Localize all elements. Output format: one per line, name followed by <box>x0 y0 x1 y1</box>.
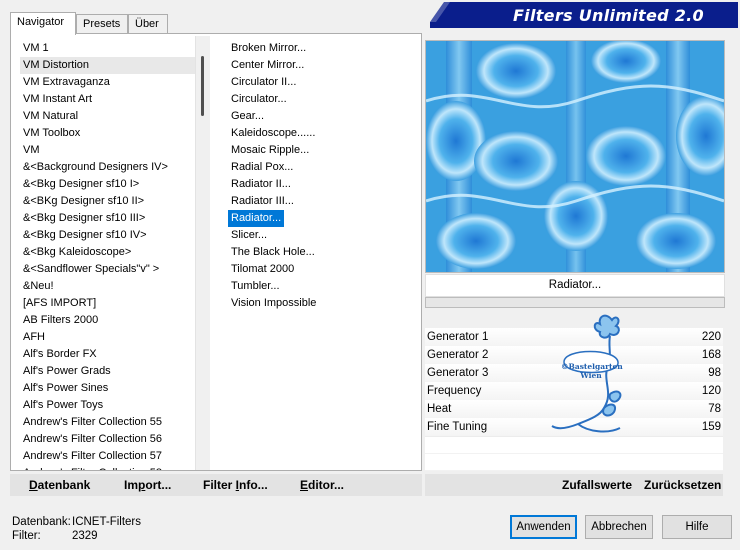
datenbank-button[interactable]: Datenbank <box>29 474 90 496</box>
banner-title: Filters Unlimited 2.0 <box>512 6 704 25</box>
filter-item[interactable]: Radial Pox... <box>228 159 418 176</box>
category-item[interactable]: VM 1 <box>20 40 195 57</box>
parameter-label: Frequency <box>427 385 482 397</box>
category-item[interactable]: Andrew's Filter Collection 55 <box>20 414 195 431</box>
parameter-label: Generator 1 <box>427 331 489 343</box>
filter-list[interactable]: Broken Mirror... Center Mirror... Circulat… <box>228 40 418 470</box>
zuruecksetzen-button[interactable]: Zurücksetzen <box>644 474 721 496</box>
hilfe-button[interactable]: Hilfe <box>662 515 732 539</box>
parameter-value: 220 <box>701 331 721 343</box>
status-area: Datenbank:ICNET-Filters Filter: 2329 <box>12 515 141 543</box>
status-datenbank-label: Datenbank: <box>12 516 71 528</box>
category-item[interactable]: Andrew's Filter Collection 58 <box>20 465 195 470</box>
filter-item[interactable]: Center Mirror... <box>228 57 418 74</box>
category-item[interactable]: &<Bkg Designer sf10 IV> <box>20 227 195 244</box>
parameter-value: 98 <box>708 367 721 379</box>
filter-item[interactable]: Radiator II... <box>228 176 418 193</box>
filter-item[interactable]: Radiator III... <box>228 193 418 210</box>
category-item[interactable]: VM Instant Art <box>20 91 195 108</box>
category-item[interactable]: &<Bkg Designer sf10 III> <box>20 210 195 227</box>
parameter-label: Generator 3 <box>427 367 489 379</box>
category-item[interactable]: VM Natural <box>20 108 195 125</box>
tab-navigator[interactable]: Navigator <box>10 12 76 35</box>
parameter-label: Fine Tuning <box>427 421 488 433</box>
filter-item[interactable]: Vision Impossible <box>228 295 418 312</box>
filter-preview <box>425 40 725 273</box>
category-list[interactable]: VM 1 VM Distortion VM Extravaganza VM Insta… <box>20 40 195 470</box>
parameter-value: 168 <box>701 349 721 361</box>
navigator-button-bar: Datenbank Import... Filter Info... Edito… <box>10 474 422 496</box>
filter-item[interactable]: Radiator... <box>228 210 285 227</box>
filter-item[interactable]: Gear... <box>228 108 418 125</box>
category-item[interactable]: Alf's Border FX <box>20 346 195 363</box>
category-item[interactable]: VM Extravaganza <box>20 74 195 91</box>
tab-ueber[interactable]: Über <box>128 14 168 33</box>
scrollbar-thumb[interactable] <box>201 56 204 116</box>
category-item[interactable]: &<Background Designers IV> <box>20 159 195 176</box>
filter-item[interactable]: Mosaic Ripple... <box>228 142 418 159</box>
category-item[interactable]: [AFS IMPORT] <box>20 295 195 312</box>
watermark-line2: Wien <box>580 371 602 380</box>
filter-info-button[interactable]: Filter Info... <box>203 474 268 496</box>
filter-item[interactable]: Broken Mirror... <box>228 40 418 57</box>
import-button[interactable]: Import... <box>124 474 171 496</box>
title-banner: Filters Unlimited 2.0 <box>430 2 738 28</box>
parameter-value: 78 <box>708 403 721 415</box>
filter-item[interactable]: Slicer... <box>228 227 418 244</box>
zufallswerte-button[interactable]: Zufallswerte <box>562 474 632 496</box>
parameter-label: Generator 2 <box>427 349 489 361</box>
category-item[interactable]: Andrew's Filter Collection 56 <box>20 431 195 448</box>
filter-item[interactable]: Tumbler... <box>228 278 418 295</box>
status-filter-label: Filter: <box>12 530 41 542</box>
category-item[interactable]: &<Sandflower Specials"v" > <box>20 261 195 278</box>
watermark-line1: ©Bastelgarten <box>561 362 623 371</box>
progress-bar <box>425 297 725 308</box>
category-item[interactable]: &Neu! <box>20 278 195 295</box>
editor-button[interactable]: Editor... <box>300 474 344 496</box>
category-item[interactable]: VM <box>20 142 195 159</box>
parameter-value: 159 <box>701 421 721 433</box>
category-scrollbar[interactable] <box>195 36 210 470</box>
category-item[interactable]: Alf's Power Toys <box>20 397 195 414</box>
parameter-label: Heat <box>427 403 452 415</box>
status-filter-value: 2329 <box>72 530 98 542</box>
category-item[interactable]: VM Distortion <box>20 57 195 74</box>
watermark-logo: ©Bastelgarten Wien <box>548 312 628 442</box>
abbrechen-button[interactable]: Abbrechen <box>585 515 653 539</box>
category-item[interactable]: &<BKg Designer sf10 II> <box>20 193 195 210</box>
category-item[interactable]: AFH <box>20 329 195 346</box>
status-datenbank-value: ICNET-Filters <box>72 516 141 528</box>
category-item[interactable]: &<Bkg Kaleidoscope> <box>20 244 195 261</box>
category-item[interactable]: Alf's Power Grads <box>20 363 195 380</box>
category-item[interactable]: &<Bkg Designer sf10 I> <box>20 176 195 193</box>
parameter-value: 120 <box>701 385 721 397</box>
filter-item[interactable]: The Black Hole... <box>228 244 418 261</box>
category-item[interactable]: AB Filters 2000 <box>20 312 195 329</box>
filter-item[interactable]: Tilomat 2000 <box>228 261 418 278</box>
anwenden-button[interactable]: Anwenden <box>510 515 577 539</box>
category-item[interactable]: VM Toolbox <box>20 125 195 142</box>
category-item[interactable]: Andrew's Filter Collection 57 <box>20 448 195 465</box>
selected-filter-label: Radiator... <box>425 274 725 297</box>
parameter-button-bar: Zufallswerte Zurücksetzen <box>425 474 723 496</box>
filter-item[interactable]: Circulator II... <box>228 74 418 91</box>
tab-presets[interactable]: Presets <box>76 14 128 33</box>
filter-item[interactable]: Circulator... <box>228 91 418 108</box>
filter-item[interactable]: Kaleidoscope...... <box>228 125 418 142</box>
category-item[interactable]: Alf's Power Sines <box>20 380 195 397</box>
